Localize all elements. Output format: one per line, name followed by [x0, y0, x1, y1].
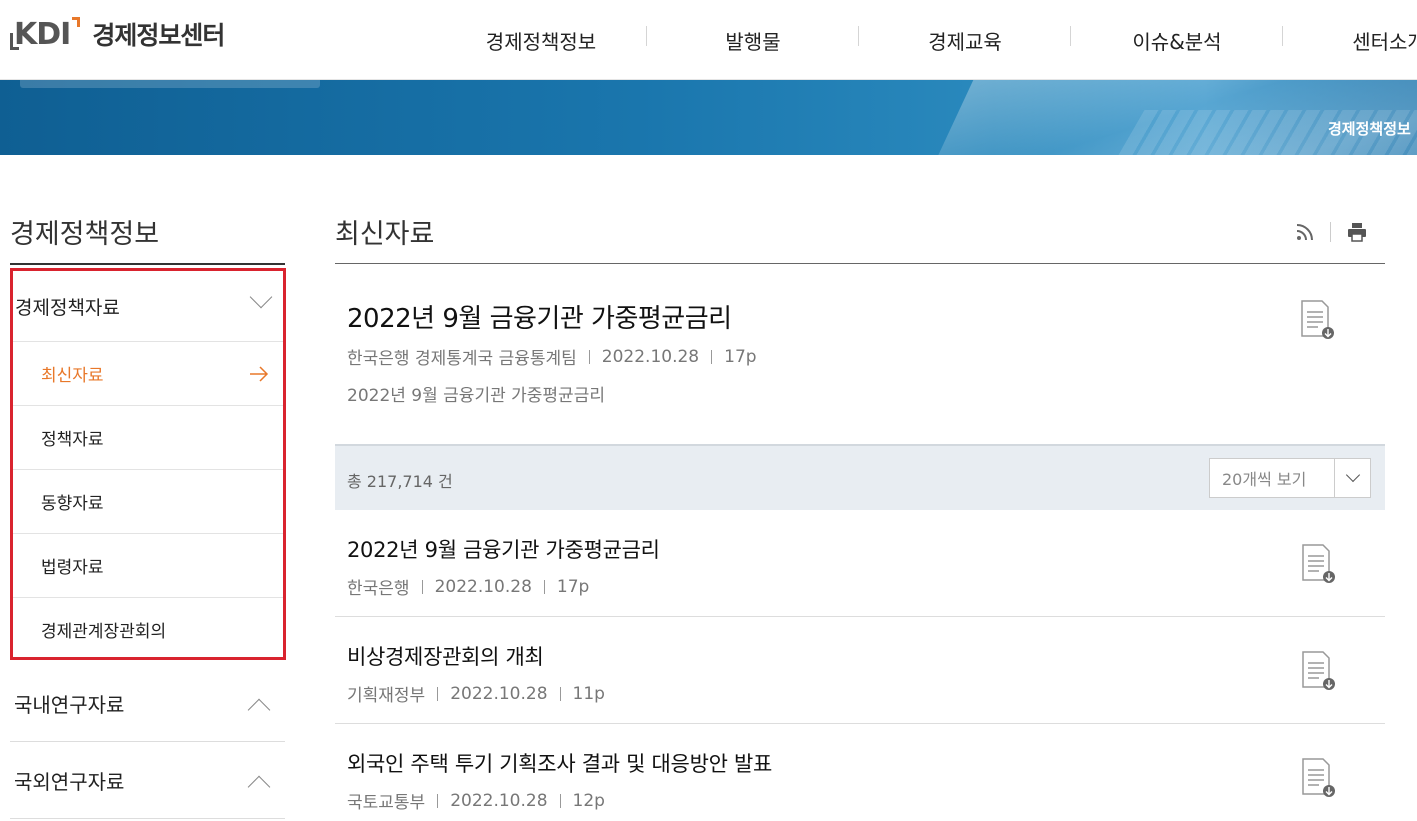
list-item-pages: 17p [556, 576, 590, 597]
chevron-up-icon [247, 698, 271, 722]
sidebar-group-foreign-research[interactable]: 국외연구자료 [10, 743, 285, 819]
page-size-value: 20개씩 보기 [1222, 470, 1307, 489]
list-item-meta: 국토교통부 2022.10.28 12p [347, 788, 605, 814]
page-size-select[interactable]: 20개씩 보기 [1209, 458, 1371, 498]
sidebar-item-label: 최신자료 [41, 366, 104, 386]
sidebar-item-latest[interactable]: 최신자료 [13, 341, 283, 405]
gnb-item-issues[interactable]: 이슈&분석 [1071, 0, 1283, 80]
featured-source: 한국은행 경제통계국 금융통계팀 [347, 349, 577, 369]
list-item-source: 한국은행 [347, 579, 410, 599]
featured-description: 2022년 9월 금융기관 가중평균금리 [347, 386, 605, 406]
chevron-up-icon [247, 775, 271, 799]
list-toolbar: 총 217,714 건 20개씩 보기 [335, 444, 1385, 510]
banner-text-cutoff [20, 80, 320, 88]
title-divider [335, 263, 1385, 264]
global-nav: 경제정책정보 발행물 경제교육 이슈&분석 센터소개 [435, 0, 1417, 80]
sidebar-group-domestic-research[interactable]: 국내연구자료 [10, 666, 285, 742]
total-count: 총 217,714 건 [347, 472, 453, 491]
site-header: KDI 경제정보센터 경제정책정보 발행물 경제교육 이슈&분석 센터소개 [0, 0, 1417, 80]
gnb-item-education[interactable]: 경제교육 [859, 0, 1071, 80]
list-item: 비상경제장관회의 개최 기획재정부 2022.10.28 11p [335, 617, 1385, 724]
featured-meta: 한국은행 경제통계국 금융통계팀 2022.10.28 17p [347, 344, 757, 370]
gnb-item-policy[interactable]: 경제정책정보 [435, 0, 647, 80]
sub-banner: 경제정책정보 [0, 80, 1417, 155]
list-item-pages: 12p [572, 790, 605, 811]
sidebar-group-label: 국외연구자료 [14, 770, 125, 794]
chevron-down-icon [1334, 459, 1370, 497]
document-download-icon[interactable] [1300, 300, 1334, 340]
sidebar-divider [10, 263, 285, 265]
featured-title[interactable]: 2022년 9월 금융기관 가중평균금리 [347, 298, 732, 335]
sidebar-item-label: 경제관계장관회의 [41, 622, 167, 642]
sidebar-item-policy[interactable]: 정책자료 [13, 405, 283, 469]
document-download-icon[interactable] [1301, 758, 1335, 798]
sidebar-item-ministers-meeting[interactable]: 경제관계장관회의 [13, 597, 283, 661]
list-item-meta: 기획재정부 2022.10.28 11p [347, 681, 605, 707]
list-item-meta: 한국은행 2022.10.28 17p [347, 574, 590, 600]
banner-breadcrumb: 경제정책정보 [1328, 120, 1411, 138]
document-download-icon[interactable] [1301, 544, 1335, 584]
featured-date: 2022.10.28 [601, 346, 700, 367]
logo-name: 경제정보센터 [92, 21, 225, 50]
print-icon[interactable] [1347, 222, 1367, 242]
sidebar-item-label: 동향자료 [41, 494, 104, 514]
sidebar-item-label: 법령자료 [41, 558, 104, 578]
gnb-item-publications[interactable]: 발행물 [647, 0, 859, 80]
sidebar-group-label: 경제정책자료 [15, 296, 120, 319]
featured-pages: 17p [724, 346, 757, 367]
list-item-date: 2022.10.28 [434, 576, 532, 597]
sidebar-group-header-policy-data[interactable]: 경제정책자료 [13, 271, 283, 341]
sidebar-item-trends[interactable]: 동향자료 [13, 469, 283, 533]
list-item: 2022년 9월 금융기관 가중평균금리 한국은행 2022.10.28 17p [335, 510, 1385, 617]
sidebar-item-label: 정책자료 [41, 430, 104, 450]
sidebar-group-policy-data: 경제정책자료 최신자료 정책자료 동향자료 법령자료 경제관계장관회의 [10, 268, 286, 660]
list-item-date: 2022.10.28 [450, 790, 548, 811]
list-item-title[interactable]: 2022년 9월 금융기관 가중평균금리 [347, 534, 660, 564]
rss-icon[interactable] [1296, 223, 1314, 241]
site-logo[interactable]: KDI 경제정보센터 [10, 16, 225, 52]
logo-brand: KDI [10, 16, 81, 52]
list-item: 외국인 주택 투기 기획조사 결과 및 대응방안 발표 국토교통부 2022.1… [335, 724, 1385, 821]
list-item-title[interactable]: 비상경제장관회의 개최 [347, 641, 544, 671]
list-item-pages: 11p [572, 683, 605, 704]
page-title: 최신자료 [335, 219, 435, 250]
sidebar-group-label: 국내연구자료 [14, 693, 125, 717]
list-item-source: 국토교통부 [347, 793, 426, 813]
chevron-down-icon [249, 285, 273, 309]
page-tools [1296, 222, 1367, 242]
sidebar-title: 경제정책정보 [10, 219, 160, 250]
list-item-date: 2022.10.28 [450, 683, 548, 704]
document-download-icon[interactable] [1301, 651, 1335, 691]
arrow-right-icon [250, 366, 269, 382]
list-item-title[interactable]: 외국인 주택 투기 기획조사 결과 및 대응방안 발표 [347, 748, 772, 778]
gnb-item-about[interactable]: 센터소개 [1283, 0, 1417, 80]
tools-divider [1330, 222, 1331, 242]
sidebar-item-laws[interactable]: 법령자료 [13, 533, 283, 597]
list-item-source: 기획재정부 [347, 686, 426, 706]
